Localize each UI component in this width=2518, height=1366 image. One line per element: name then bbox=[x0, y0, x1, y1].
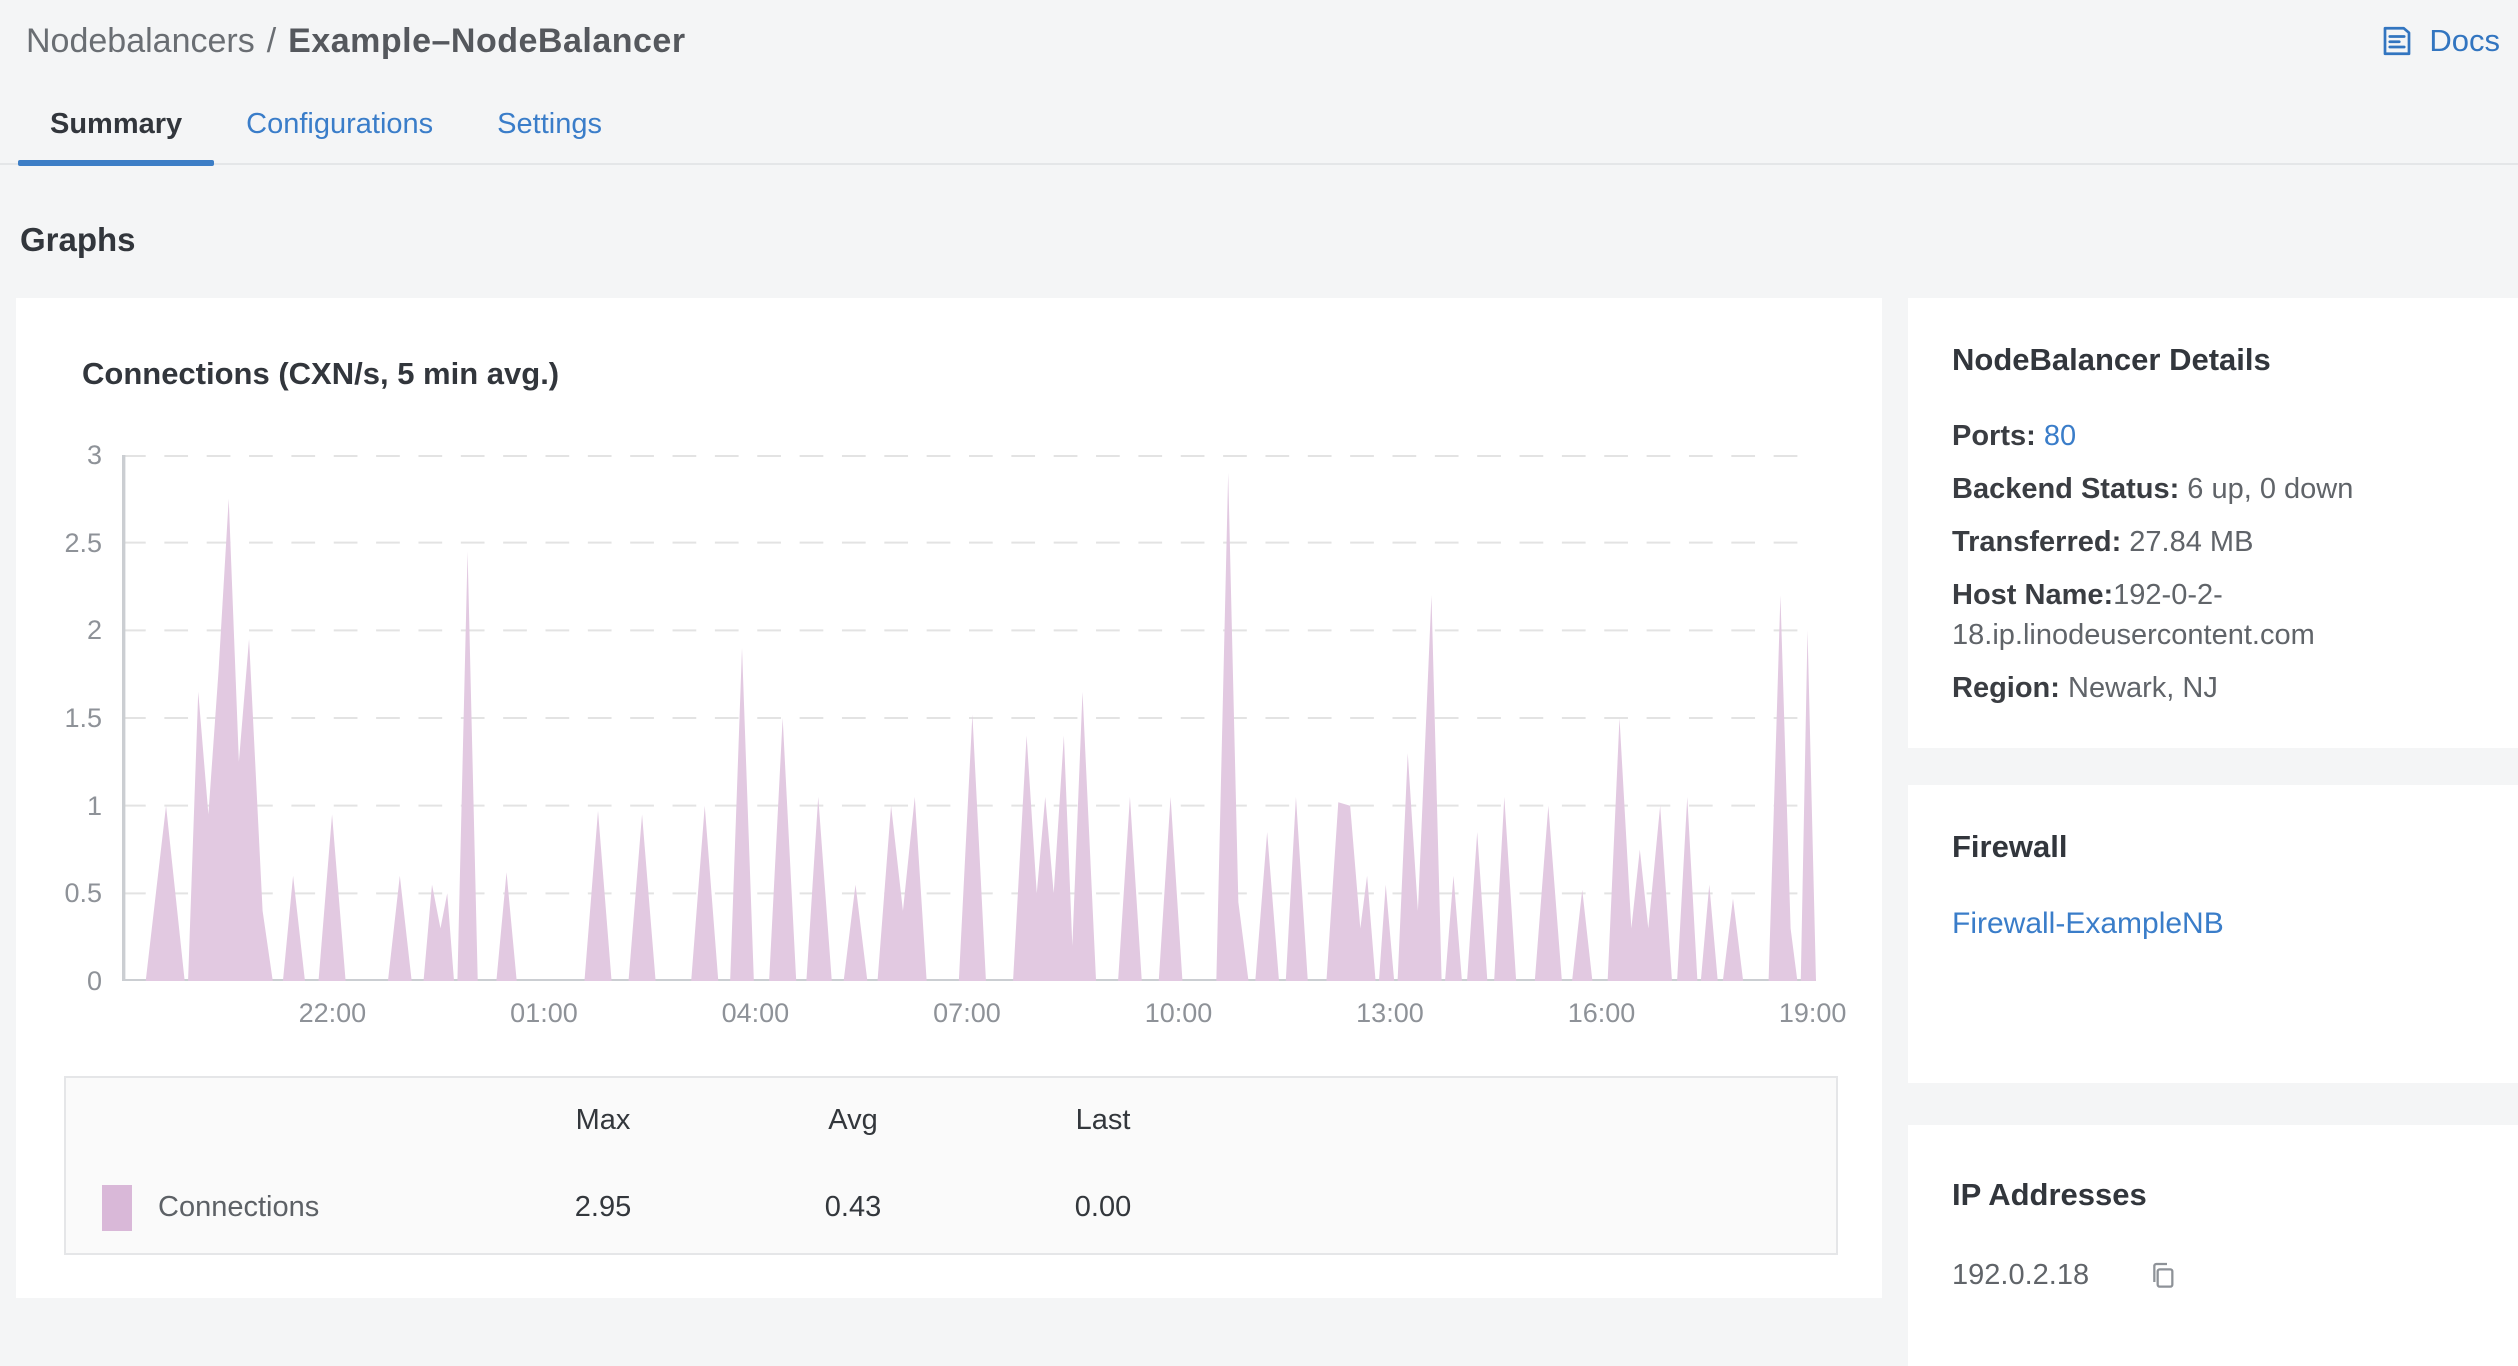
ip-address-row: 192.0.2.18 bbox=[1952, 1259, 2474, 1292]
port-80-link[interactable]: 80 bbox=[2044, 420, 2076, 452]
backend-status-row: Backend Status: 6 up, 0 down bbox=[1952, 473, 2354, 505]
chart-legend-table: Max Avg Last Connections 2.95 0.43 0.00 bbox=[64, 1076, 1838, 1255]
docs-link[interactable]: Docs bbox=[2379, 23, 2500, 59]
legend-series-row: Connections 2.95 0.43 0.00 bbox=[66, 1162, 1836, 1253]
copy-ip-icon[interactable] bbox=[2147, 1260, 2179, 1292]
chart-title: Connections (CXN/s, 5 min avg.) bbox=[82, 356, 560, 391]
side-column: NodeBalancer Details Ports: 80 Backend S… bbox=[1908, 298, 2518, 1366]
breadcrumb: Nodebalancers / Example–NodeBalancer bbox=[26, 22, 686, 61]
x-tick-label: 13:00 bbox=[1356, 998, 1424, 1028]
legend-col-max: Max bbox=[575, 1103, 631, 1136]
connections-series-swatch bbox=[102, 1184, 132, 1231]
legend-header-row: Max Avg Last bbox=[66, 1078, 1836, 1162]
tab-configurations[interactable]: Configurations bbox=[214, 92, 465, 163]
ip-addresses-card: IP Addresses 192.0.2.18 bbox=[1908, 1125, 2518, 1366]
y-tick-label: 0.5 bbox=[64, 878, 102, 909]
ports-row: Ports: 80 bbox=[1952, 420, 2077, 452]
series-max-value: 2.95 bbox=[574, 1191, 632, 1223]
tab-summary[interactable]: Summary bbox=[18, 92, 215, 166]
docs-label: Docs bbox=[2429, 23, 2500, 58]
legend-col-avg: Avg bbox=[828, 1103, 878, 1136]
top-bar: Nodebalancers / Example–NodeBalancer Doc… bbox=[0, 0, 2518, 62]
y-tick-label: 0 bbox=[86, 966, 102, 996]
connections-area-chart bbox=[122, 455, 1816, 981]
x-tick-label: 10:00 bbox=[1144, 998, 1213, 1028]
connections-area-series bbox=[122, 472, 1816, 981]
x-tick-label: 22:00 bbox=[298, 998, 367, 1028]
x-tick-label: 01:00 bbox=[510, 998, 578, 1028]
tab-settings[interactable]: Settings bbox=[465, 92, 634, 163]
series-name: Connections bbox=[158, 1191, 320, 1223]
chart-plot-area: 0 0.5 1 1.5 2 2.5 3 22:00 01:00 04:00 07:00 10:00 1… bbox=[64, 440, 1846, 1028]
page-title: Example–NodeBalancer bbox=[288, 21, 686, 60]
breadcrumb-separator: / bbox=[266, 21, 277, 60]
firewall-link[interactable]: Firewall-ExampleNB bbox=[1952, 907, 2224, 941]
y-tick-label: 1.5 bbox=[64, 703, 102, 733]
region-row: Region: Newark, NJ bbox=[1952, 672, 2218, 704]
hostname-row: Host Name:192-0-2-18.ip.linodeuserconten… bbox=[1952, 579, 2315, 651]
breadcrumb-nodebalancers-link[interactable]: Nodebalancers bbox=[26, 22, 255, 61]
connections-chart-card: Connections (CXN/s, 5 min avg.) 0 0.5 1 1.5… bbox=[16, 298, 1882, 1298]
docs-icon bbox=[2379, 23, 2415, 59]
firewall-card: Firewall Firewall-ExampleNB bbox=[1908, 785, 2518, 1083]
transferred-row: Transferred: 27.84 MB bbox=[1952, 526, 2254, 558]
tab-bar: Summary Configurations Settings bbox=[0, 92, 2518, 166]
y-tick-label: 2 bbox=[86, 615, 102, 646]
x-tick-label: 16:00 bbox=[1567, 998, 1636, 1028]
x-tick-label: 04:00 bbox=[721, 998, 790, 1028]
firewall-card-title: Firewall bbox=[1952, 829, 2068, 864]
nodebalancer-details-card: NodeBalancer Details Ports: 80 Backend S… bbox=[1908, 298, 2518, 748]
y-tick-label: 2.5 bbox=[64, 527, 102, 558]
series-avg-value: 0.43 bbox=[824, 1191, 882, 1223]
ip-address-value: 192.0.2.18 bbox=[1952, 1259, 2090, 1291]
legend-col-last: Last bbox=[1075, 1103, 1131, 1136]
x-tick-label: 07:00 bbox=[933, 998, 1001, 1028]
y-tick-label: 1 bbox=[86, 790, 102, 821]
details-card-title: NodeBalancer Details bbox=[1952, 342, 2271, 377]
graphs-heading: Graphs bbox=[20, 221, 136, 258]
series-last-value: 0.00 bbox=[1074, 1191, 1132, 1223]
ip-card-title: IP Addresses bbox=[1952, 1177, 2147, 1212]
x-tick-label: 19:00 bbox=[1778, 998, 1847, 1028]
y-tick-label: 3 bbox=[86, 440, 102, 470]
